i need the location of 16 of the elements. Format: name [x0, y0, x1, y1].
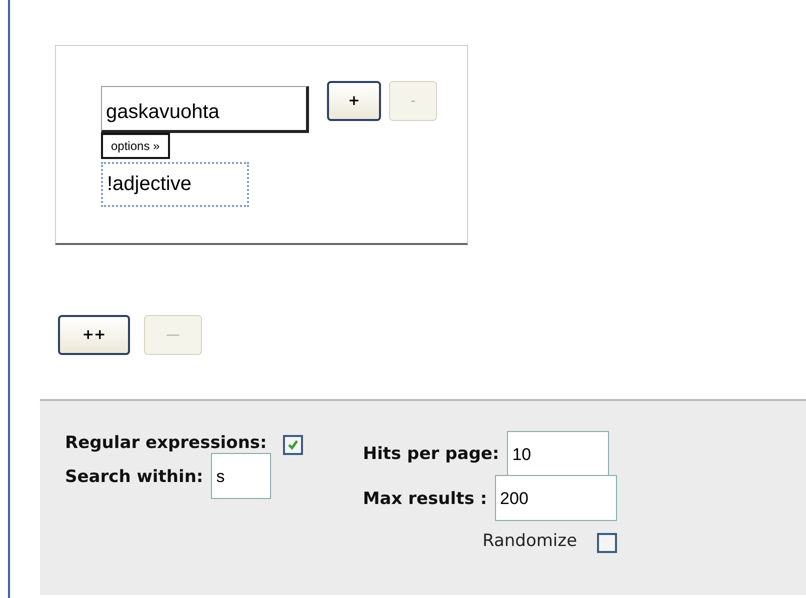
filter-field[interactable]: !adjective — [101, 162, 249, 207]
hits-field[interactable]: 10 — [507, 431, 610, 477]
options-button[interactable]: options » — [101, 133, 170, 159]
term-field[interactable]: gaskavuohta — [101, 86, 309, 133]
randomize-label: Randomize — [482, 531, 578, 551]
add-term-button[interactable]: ++ — [58, 315, 130, 355]
regex-checkbox[interactable] — [282, 435, 303, 455]
hits-label: Hits per page: — [362, 444, 500, 464]
randomize-checkbox[interactable] — [597, 533, 618, 553]
regex-label: Regular expressions: — [65, 433, 267, 453]
search-within-label: Search within: — [65, 467, 204, 487]
max-results-field[interactable]: 200 — [495, 475, 618, 521]
search-within-field[interactable]: s — [211, 453, 272, 499]
max-results-label: Max results : — [362, 489, 488, 509]
add-button[interactable]: + — [327, 81, 381, 121]
check-icon — [286, 438, 300, 452]
